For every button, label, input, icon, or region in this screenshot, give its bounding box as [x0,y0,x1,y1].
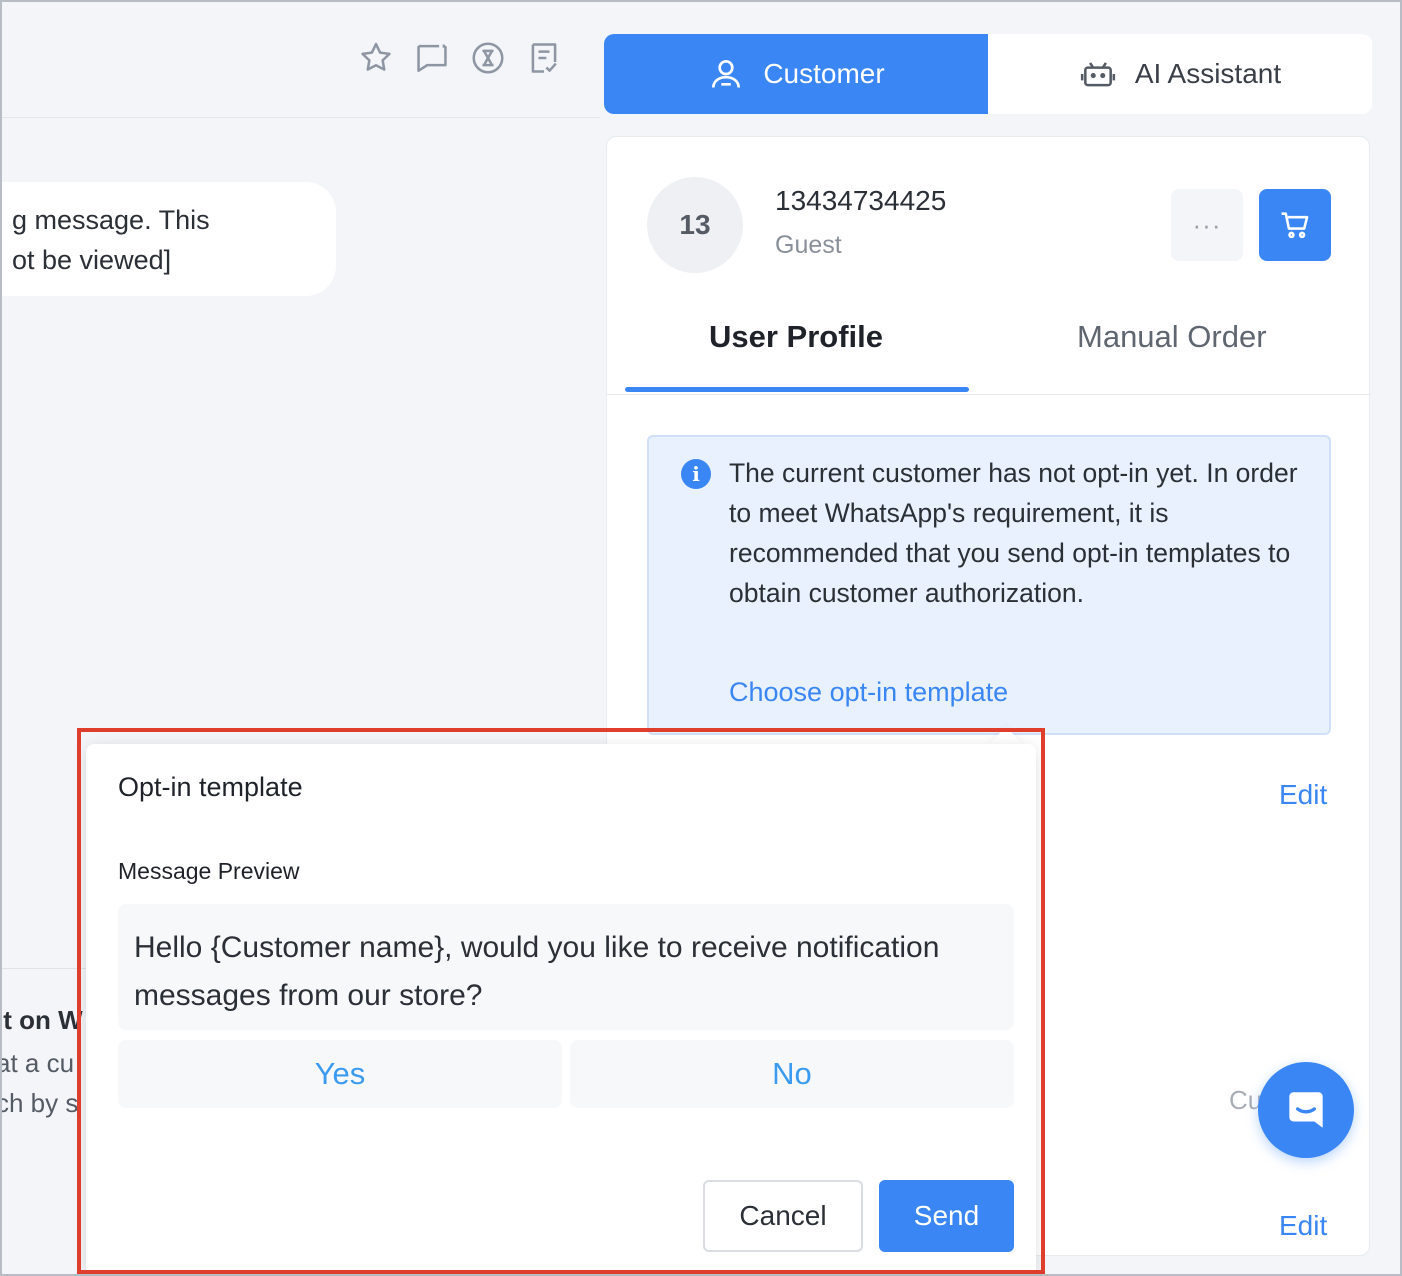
tab-customer-label: Customer [763,58,885,89]
choose-opt-in-template-link[interactable]: Choose opt-in template [729,677,1008,708]
support-chat-button[interactable] [1258,1062,1354,1158]
profile-tabs: User Profile Manual Order [607,297,1371,395]
opt-in-notice: i The current customer has not opt-in ye… [647,435,1331,735]
message-preview: Hello {Customer name}, would you like to… [118,904,1014,1030]
popover-title: Opt-in template [118,772,303,802]
tab-user-profile[interactable]: User Profile [709,319,883,355]
avatar: 13 [647,177,743,273]
tab-customer[interactable]: Customer [604,34,988,114]
tab-ai-assistant-label: AI Assistant [1134,58,1282,89]
message-line: g message. This [12,205,210,235]
more-icon: ··· [1192,209,1222,240]
notice-text: The current customer has not opt-in yet.… [729,458,1298,608]
send-button[interactable]: Send [879,1180,1014,1252]
note-icon[interactable] [524,38,564,78]
customer-role: Guest [775,231,842,259]
edit-link[interactable]: Edit [1279,779,1327,811]
quick-reply-yes[interactable]: Yes [118,1040,562,1108]
star-icon[interactable] [356,38,396,78]
edit-link[interactable]: Edit [1279,1210,1327,1242]
active-tab-indicator [625,387,969,392]
lower-section-text: at a cu [0,1048,75,1078]
chat-icon [1289,1092,1323,1128]
message-line: ot be viewed] [12,245,172,275]
tab-ai-assistant[interactable]: AI Assistant [988,34,1372,114]
more-button[interactable]: ··· [1171,189,1243,261]
panel-tabs: Customer AI Assistant [604,34,1372,114]
opt-in-template-popover: Opt-in template Message Preview Hello {C… [86,744,1036,1276]
cancel-button[interactable]: Cancel [703,1180,863,1252]
customer-phone: 13434734425 [775,185,947,216]
comment-icon[interactable] [412,38,452,78]
lower-section-text: ch by s [0,1088,79,1118]
lower-section-title: it on W [0,1005,83,1035]
info-icon: i [681,459,711,489]
tab-manual-order[interactable]: Manual Order [1077,319,1267,355]
message-preview-label: Message Preview [118,858,300,884]
robot-icon [1080,62,1115,87]
user-icon [712,59,741,88]
cart-button[interactable] [1259,189,1331,261]
cart-icon [1281,212,1309,239]
quick-reply-no[interactable]: No [570,1040,1014,1108]
message-bubble: g message. This ot be viewed] [0,182,336,296]
chat-toolbar [0,0,600,118]
hourglass-icon[interactable] [468,38,508,78]
